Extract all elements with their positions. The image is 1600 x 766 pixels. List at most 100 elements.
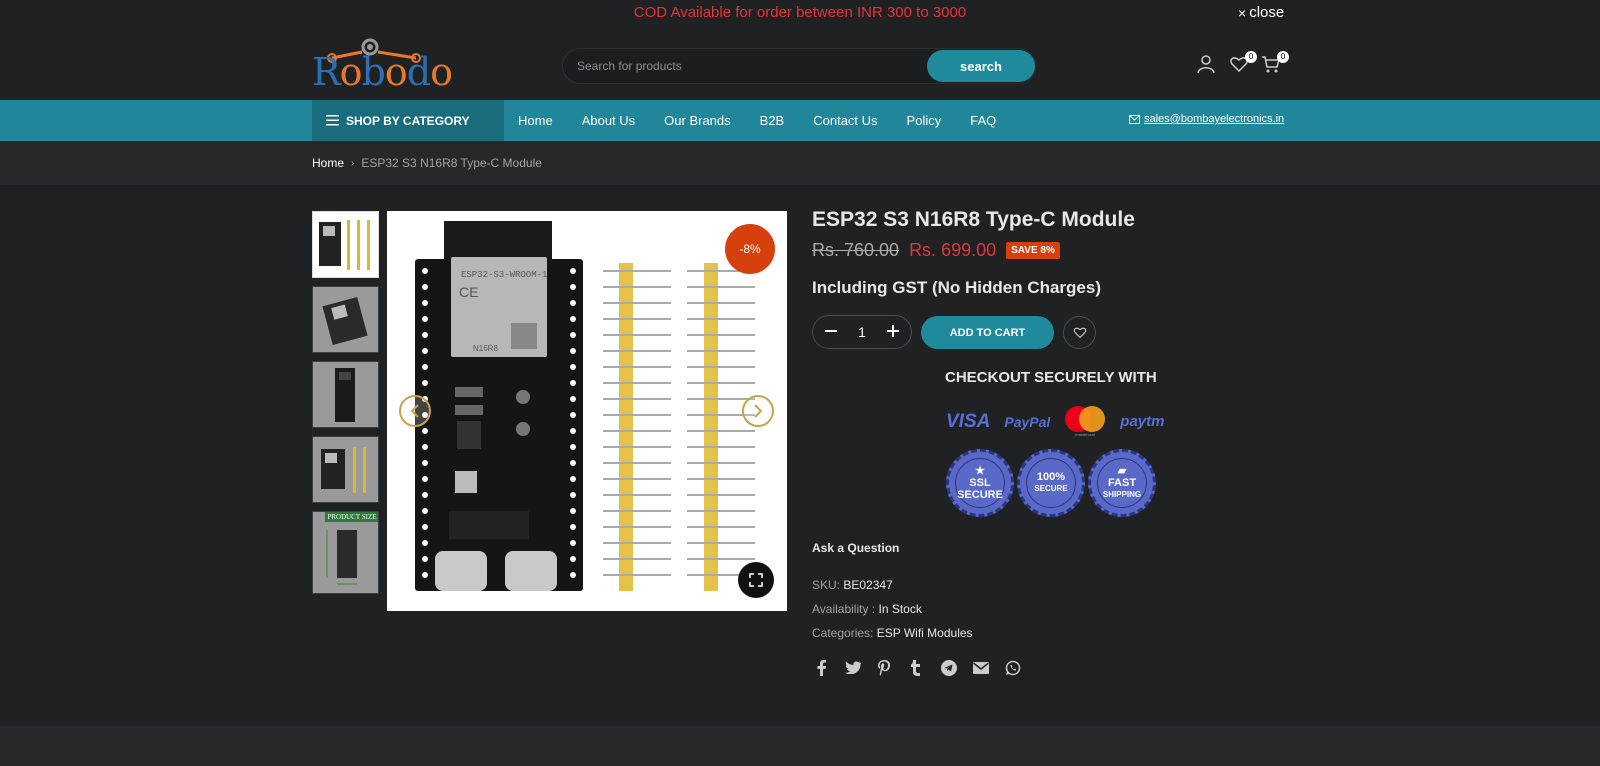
quantity-stepper: 1 <box>812 315 912 349</box>
nav-item-contact-us[interactable]: Contact Us <box>813 113 877 128</box>
secure-shopping-seal: 100% SECURE <box>1017 449 1085 517</box>
mastercard-logo: mastercard <box>1064 406 1106 437</box>
ssl-secure-seal: ★ SSL SECURE <box>946 449 1014 517</box>
gst-note: Including GST (No Hidden Charges) <box>812 278 1101 297</box>
mail-icon <box>1129 114 1140 124</box>
breadcrumb-separator-icon: › <box>351 157 355 169</box>
breadcrumb-current: ESP32 S3 N16R8 Type-C Module <box>361 156 542 170</box>
nav-item-faq[interactable]: FAQ <box>970 113 996 128</box>
search-form: search <box>562 48 1036 84</box>
availability-row: Availability : In Stock <box>812 602 922 616</box>
search-button[interactable]: search <box>927 50 1035 82</box>
nav-item-policy[interactable]: Policy <box>907 113 942 128</box>
old-price: Rs. 760.00 <box>812 240 900 260</box>
save-badge: SAVE 8% <box>1006 242 1060 259</box>
thumbnail-image <box>335 368 355 422</box>
price-row: Rs. 760.00 Rs. 699.00 SAVE 8% <box>812 240 1060 261</box>
cart-icon[interactable]: 0 <box>1261 51 1289 76</box>
pinterest-icon[interactable] <box>876 659 893 676</box>
wishlist-icon[interactable]: 0 <box>1229 51 1257 76</box>
ask-question-link[interactable]: Ask a Question <box>812 541 899 555</box>
thumbnail-2[interactable] <box>312 286 379 353</box>
increase-quantity-button[interactable] <box>886 324 899 340</box>
add-to-wishlist-button[interactable] <box>1063 316 1096 349</box>
main-nav: SHOP BY CATEGORY Home About Us Our Brand… <box>0 100 1600 141</box>
thumbnail-image <box>319 220 370 270</box>
esp32-board-image: ESP32-S3-WROOM-1 CE N16R8 <box>415 221 755 591</box>
sku-row: SKU: BE02347 <box>812 578 893 592</box>
zoom-button[interactable] <box>738 562 774 598</box>
cart-count: 0 <box>1277 51 1289 63</box>
thumbnail-4[interactable] <box>312 436 379 503</box>
announcement-close-button[interactable]: × close <box>1238 4 1284 21</box>
breadcrumb: Home › ESP32 S3 N16R8 Type-C Module <box>312 156 542 170</box>
product-size-label: PRODUCT SIZE <box>325 512 378 522</box>
thumbnail-image <box>326 530 357 585</box>
checkout-heading: CHECKOUT SECURELY WITH <box>945 369 1157 386</box>
paypal-logo: PayPal <box>1004 413 1051 430</box>
breadcrumb-home[interactable]: Home <box>312 156 344 170</box>
footer-band <box>0 726 1600 766</box>
thumbnail-image <box>321 447 366 493</box>
thumbnail-1[interactable] <box>312 211 379 278</box>
thumbnail-image <box>322 297 368 345</box>
add-to-cart-button[interactable]: ADD TO CART <box>921 316 1054 349</box>
product-main-image[interactable]: ESP32-S3-WROOM-1 CE N16R8 <box>387 211 787 611</box>
heart-icon <box>1073 327 1086 339</box>
shop-by-category-label: SHOP BY CATEGORY <box>346 113 470 128</box>
email-icon[interactable] <box>972 659 989 676</box>
nav-item-home[interactable]: Home <box>518 113 553 128</box>
paytm-logo: paytm <box>1120 413 1165 430</box>
logo-text: Robodo <box>312 50 453 94</box>
site-logo[interactable]: Robodo <box>312 34 453 94</box>
email-address: sales@bombayelectronics.in <box>1144 113 1285 125</box>
svg-text:CE: CE <box>459 284 478 300</box>
hamburger-icon <box>326 115 339 126</box>
nav-item-b2b[interactable]: B2B <box>760 113 785 128</box>
availability-label: Availability : <box>812 602 876 616</box>
search-input[interactable] <box>577 57 907 75</box>
facebook-icon[interactable] <box>812 659 829 676</box>
discount-badge: -8% <box>725 224 775 274</box>
whatsapp-icon[interactable] <box>1004 659 1021 676</box>
categories-label: Categories: <box>812 626 874 640</box>
close-label: close <box>1249 4 1285 21</box>
shop-by-category-button[interactable]: SHOP BY CATEGORY <box>312 100 504 141</box>
nav-menu: Home About Us Our Brands B2B Contact Us … <box>518 100 1025 141</box>
next-image-button[interactable] <box>742 395 774 427</box>
payment-methods: VISA PayPal mastercard paytm <box>946 406 1164 437</box>
nav-item-about-us[interactable]: About Us <box>582 113 635 128</box>
expand-icon <box>749 573 763 587</box>
categories-row: Categories: ESP Wifi Modules <box>812 626 973 640</box>
wishlist-count: 0 <box>1245 51 1257 63</box>
quantity-value[interactable]: 1 <box>858 324 866 340</box>
nav-item-our-brands[interactable]: Our Brands <box>664 113 730 128</box>
social-share <box>812 659 1021 676</box>
decrease-quantity-button[interactable] <box>825 324 837 340</box>
sku-label: SKU: <box>812 578 841 592</box>
sale-price: Rs. 699.00 <box>909 240 997 260</box>
chevron-left-icon <box>410 404 419 418</box>
sku-value: BE02347 <box>843 578 893 592</box>
visa-logo: VISA <box>946 410 991 432</box>
fast-shipping-seal: ▰ FAST SHIPPING <box>1088 449 1156 517</box>
telegram-icon[interactable] <box>940 659 957 676</box>
product-title: ESP32 S3 N16R8 Type-C Module <box>812 208 1135 231</box>
category-link[interactable]: ESP Wifi Modules <box>877 626 973 640</box>
email-link[interactable]: sales@bombayelectronics.in <box>1129 113 1284 125</box>
svg-text:ESP32-S3-WROOM-1: ESP32-S3-WROOM-1 <box>461 270 547 280</box>
thumbnail-5[interactable]: PRODUCT SIZE <box>312 511 379 594</box>
account-icon[interactable] <box>1196 54 1218 76</box>
availability-value: In Stock <box>878 602 922 616</box>
svg-text:N16R8: N16R8 <box>473 344 498 353</box>
prev-image-button[interactable] <box>399 395 431 427</box>
announcement-message: COD Available for order between INR 300 … <box>633 4 967 21</box>
plus-icon <box>886 325 899 337</box>
tumblr-icon[interactable] <box>908 659 925 676</box>
twitter-icon[interactable] <box>844 659 861 676</box>
minus-icon <box>825 330 837 332</box>
breadcrumb-band: Home › ESP32 S3 N16R8 Type-C Module <box>0 141 1600 185</box>
close-icon: × <box>1238 4 1247 21</box>
chevron-right-icon <box>754 404 763 418</box>
thumbnail-3[interactable] <box>312 361 379 428</box>
